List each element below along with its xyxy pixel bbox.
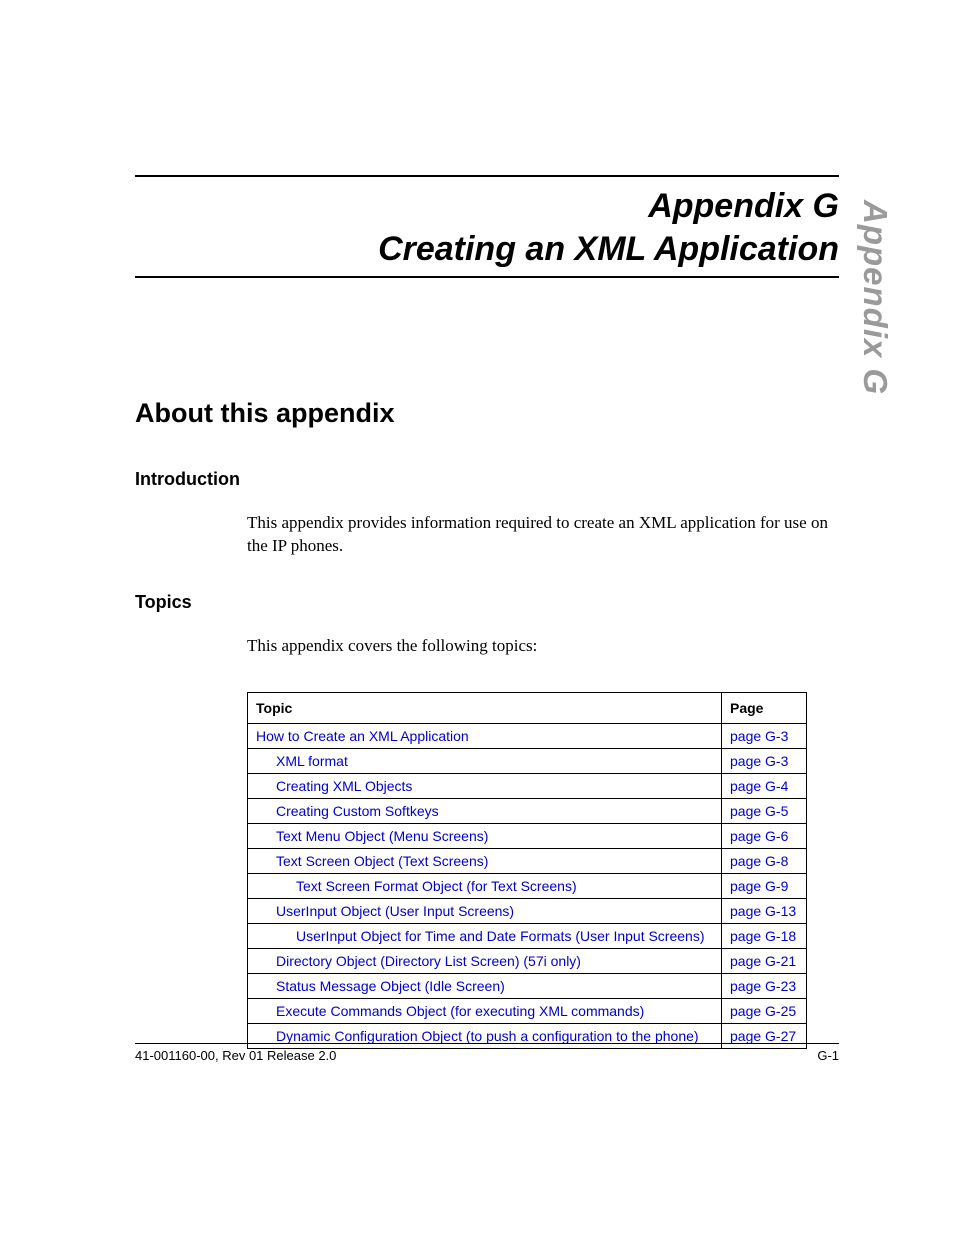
table-row: Text Screen Format Object (for Text Scre… — [248, 873, 807, 898]
topic-link[interactable]: Status Message Object (Idle Screen) — [276, 978, 505, 994]
title-rule — [135, 276, 839, 278]
table-header-topic: Topic — [248, 692, 722, 723]
topic-link[interactable]: Creating Custom Softkeys — [276, 803, 439, 819]
topics-table: Topic Page How to Create an XML Applicat… — [247, 692, 807, 1049]
page-link[interactable]: page G-23 — [730, 978, 796, 994]
table-header-row: Topic Page — [248, 692, 807, 723]
topic-link[interactable]: Creating XML Objects — [276, 778, 412, 794]
topic-link[interactable]: Execute Commands Object (for executing X… — [276, 1003, 644, 1019]
title-line-1: Appendix G — [135, 185, 839, 228]
topic-cell: UserInput Object for Time and Date Forma… — [248, 923, 722, 948]
page-link[interactable]: page G-3 — [730, 728, 788, 744]
topics-paragraph: This appendix covers the following topic… — [247, 635, 839, 658]
topic-link[interactable]: Text Screen Object (Text Screens) — [276, 853, 488, 869]
page-link[interactable]: page G-4 — [730, 778, 788, 794]
section-heading-about: About this appendix — [135, 398, 839, 429]
page-cell: page G-4 — [722, 773, 807, 798]
topic-cell: Text Menu Object (Menu Screens) — [248, 823, 722, 848]
footer-right: G-1 — [817, 1048, 839, 1063]
table-header-page: Page — [722, 692, 807, 723]
page-link[interactable]: page G-8 — [730, 853, 788, 869]
page-footer: 41-001160-00, Rev 01 Release 2.0 G-1 — [135, 1043, 839, 1063]
page-content: Appendix G Creating an XML Application A… — [0, 0, 954, 1049]
table-row: UserInput Object for Time and Date Forma… — [248, 923, 807, 948]
topic-link[interactable]: UserInput Object (User Input Screens) — [276, 903, 514, 919]
page-cell: page G-25 — [722, 998, 807, 1023]
page-cell: page G-6 — [722, 823, 807, 848]
table-row: Execute Commands Object (for executing X… — [248, 998, 807, 1023]
title-line-2: Creating an XML Application — [135, 228, 839, 271]
table-row: UserInput Object (User Input Screens) pag… — [248, 898, 807, 923]
page-link[interactable]: page G-27 — [730, 1028, 796, 1044]
page-cell: page G-5 — [722, 798, 807, 823]
page-cell: page G-3 — [722, 723, 807, 748]
page-link[interactable]: page G-3 — [730, 753, 788, 769]
page-link[interactable]: page G-5 — [730, 803, 788, 819]
page-link[interactable]: page G-6 — [730, 828, 788, 844]
topic-link[interactable]: Directory Object (Directory List Screen)… — [276, 953, 581, 969]
topic-link[interactable]: XML format — [276, 753, 348, 769]
intro-paragraph: This appendix provides information requi… — [247, 512, 839, 558]
page-cell: page G-21 — [722, 948, 807, 973]
page-cell: page G-18 — [722, 923, 807, 948]
top-rule — [135, 175, 839, 177]
topic-cell: Directory Object (Directory List Screen)… — [248, 948, 722, 973]
topic-cell: Status Message Object (Idle Screen) — [248, 973, 722, 998]
topic-cell: How to Create an XML Application — [248, 723, 722, 748]
topic-cell: Text Screen Object (Text Screens) — [248, 848, 722, 873]
table-row: Directory Object (Directory List Screen)… — [248, 948, 807, 973]
topic-cell: UserInput Object (User Input Screens) — [248, 898, 722, 923]
topic-link[interactable]: Text Menu Object (Menu Screens) — [276, 828, 488, 844]
page-link[interactable]: page G-21 — [730, 953, 796, 969]
topic-cell: Execute Commands Object (for executing X… — [248, 998, 722, 1023]
page-link[interactable]: page G-13 — [730, 903, 796, 919]
footer-left: 41-001160-00, Rev 01 Release 2.0 — [135, 1048, 336, 1063]
topic-cell: Creating XML Objects — [248, 773, 722, 798]
page-cell: page G-13 — [722, 898, 807, 923]
section-heading-introduction: Introduction — [135, 469, 839, 490]
topic-link[interactable]: UserInput Object for Time and Date Forma… — [296, 928, 705, 944]
topic-link[interactable]: Dynamic Configuration Object (to push a … — [276, 1028, 699, 1044]
table-row: Text Screen Object (Text Screens) page G-… — [248, 848, 807, 873]
table-row: Creating Custom Softkeys page G-5 — [248, 798, 807, 823]
page-cell: page G-8 — [722, 848, 807, 873]
page-link[interactable]: page G-9 — [730, 878, 788, 894]
page-cell: page G-23 — [722, 973, 807, 998]
topic-link[interactable]: How to Create an XML Application — [256, 728, 469, 744]
page-link[interactable]: page G-25 — [730, 1003, 796, 1019]
page-cell: page G-3 — [722, 748, 807, 773]
chapter-title: Appendix G Creating an XML Application — [135, 185, 839, 270]
topic-cell: XML format — [248, 748, 722, 773]
page-cell: page G-9 — [722, 873, 807, 898]
table-row: Creating XML Objects page G-4 — [248, 773, 807, 798]
table-row: Text Menu Object (Menu Screens) page G-6 — [248, 823, 807, 848]
page-link[interactable]: page G-18 — [730, 928, 796, 944]
table-row: Status Message Object (Idle Screen) page … — [248, 973, 807, 998]
section-heading-topics: Topics — [135, 592, 839, 613]
table-row: XML format page G-3 — [248, 748, 807, 773]
table-row: How to Create an XML Application page G-3 — [248, 723, 807, 748]
topic-link[interactable]: Text Screen Format Object (for Text Scre… — [296, 878, 577, 894]
topic-cell: Creating Custom Softkeys — [248, 798, 722, 823]
topic-cell: Text Screen Format Object (for Text Scre… — [248, 873, 722, 898]
